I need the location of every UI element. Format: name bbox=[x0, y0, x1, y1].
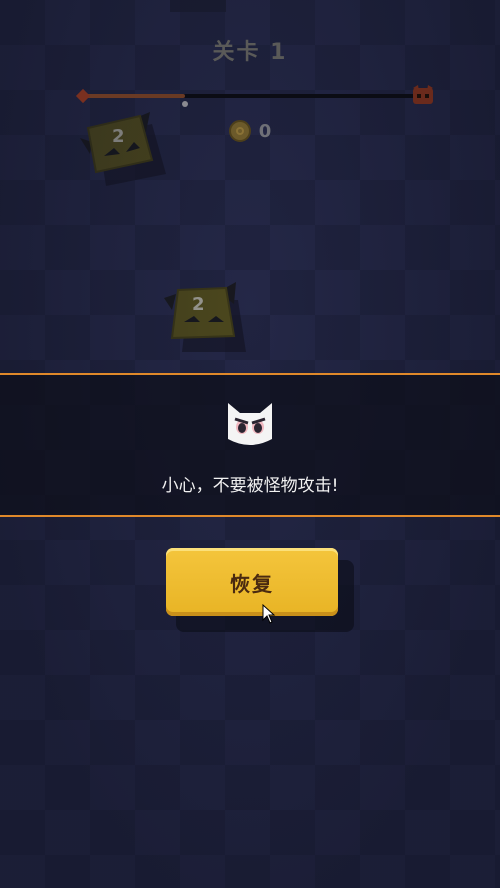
level-title: 关卡 1 bbox=[212, 40, 288, 65]
alert-banner: 小心，不要被怪物攻击! bbox=[0, 373, 500, 517]
level-progress bbox=[75, 85, 433, 107]
start-marker-icon bbox=[75, 88, 91, 104]
coin-count: 0 bbox=[258, 120, 272, 142]
restore-button[interactable]: 恢复 bbox=[166, 548, 338, 616]
boss-icon bbox=[413, 85, 433, 104]
progress-knob bbox=[181, 101, 188, 107]
cat-monster-icon bbox=[228, 403, 272, 445]
progress-fill bbox=[84, 94, 185, 98]
coin-counter: 0 bbox=[0, 120, 500, 142]
coin-icon bbox=[228, 120, 251, 142]
alert-message: 小心，不要被怪物攻击! bbox=[161, 476, 339, 496]
progress-track bbox=[84, 94, 420, 107]
restore-button-label: 恢复 bbox=[230, 571, 274, 596]
mouse-cursor-icon bbox=[262, 604, 276, 624]
